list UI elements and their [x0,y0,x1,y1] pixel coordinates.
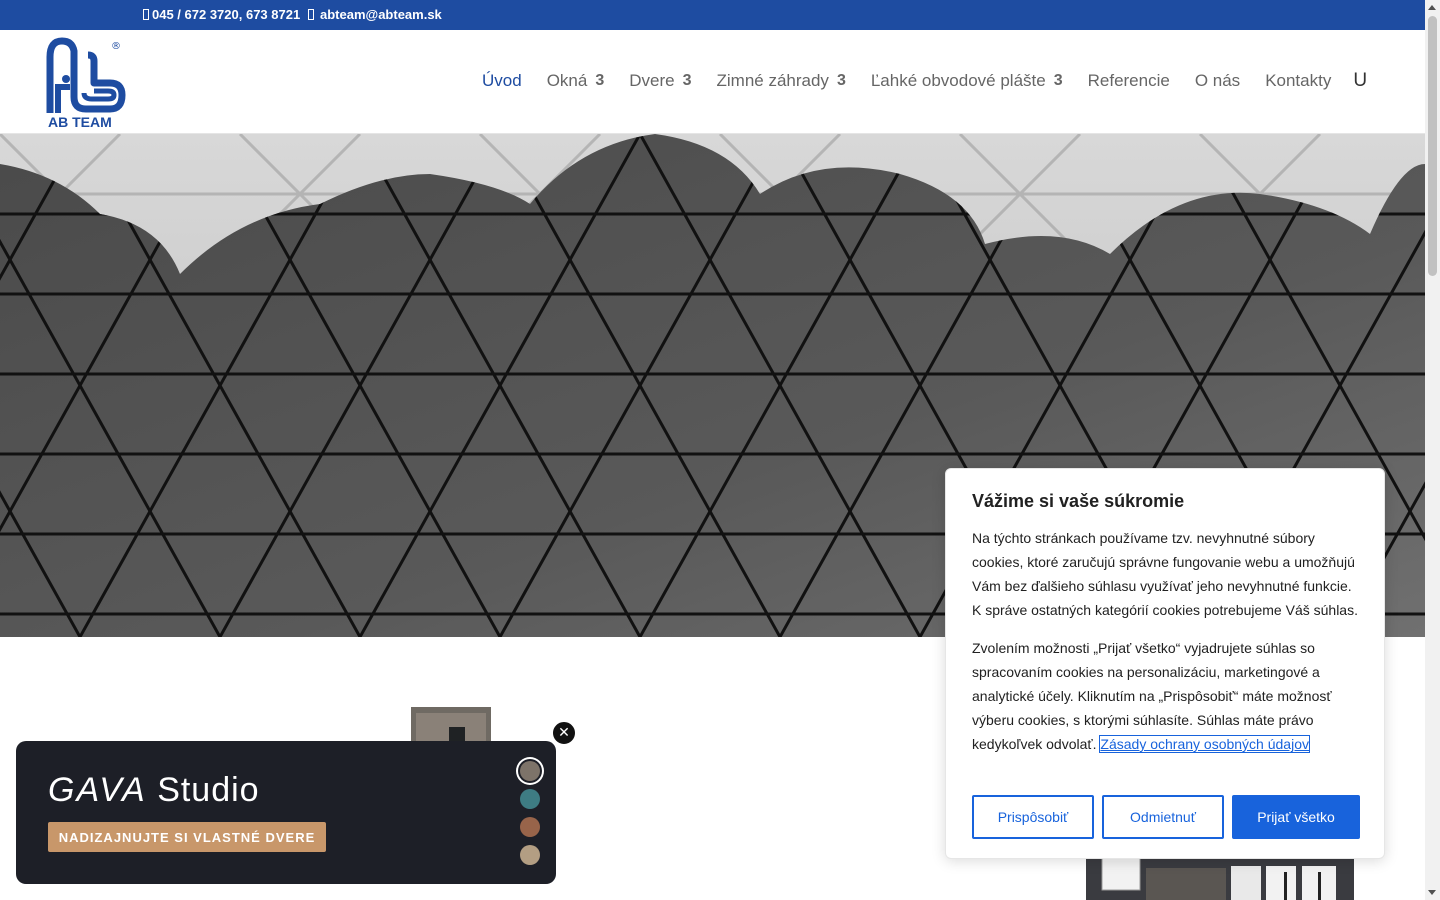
nav-label: Kontakty [1265,71,1332,90]
registered-mark: ® [111,41,121,52]
chevron-down-icon: 3 [682,72,692,89]
site-header: ® AB TEAM Úvod Okná 3 Dvere 3 Zimné záhrad… [0,30,1425,134]
envelope-icon [308,9,314,20]
cookie-consent-banner: Vážime si vaše súkromie Na týchto stránk… [945,468,1385,859]
scroll-up-icon[interactable] [1428,5,1436,10]
nav-item-o-nas[interactable]: O nás [1195,71,1240,91]
product-thumbnail [1086,858,1354,900]
nav-item-dvere[interactable]: Dvere 3 [629,71,691,91]
nav-item-uvod[interactable]: Úvod [482,71,522,91]
cookie-paragraph-2: Zvolením možnosti „Prijať všetko“ vyjadr… [972,636,1358,756]
color-swatch-2[interactable] [520,789,540,809]
privacy-policy-link[interactable]: Zásady ochrany osobných údajov [1099,735,1310,753]
nav-item-okna[interactable]: Okná 3 [547,71,605,91]
scroll-down-icon[interactable] [1428,890,1436,895]
cookie-buttons: Prispôsobiť Odmietnuť Prijať všetko [972,795,1360,839]
chevron-down-icon: 3 [1053,72,1063,89]
email-contact[interactable]: abteam@abteam.sk [308,7,442,22]
nav-label: Úvod [482,71,522,90]
nav-label: Referencie [1087,71,1170,90]
logo-text: AB TEAM [48,114,112,129]
ab-team-logo[interactable]: ® AB TEAM [44,37,126,129]
reject-button[interactable]: Odmietnuť [1102,795,1224,839]
chevron-down-icon: 3 [836,72,846,89]
close-icon[interactable]: ✕ [551,720,577,746]
accept-all-button[interactable]: Prijať všetko [1232,795,1360,839]
nav-label: Ľahké obvodové plášte [870,71,1046,90]
nav-item-lahke-obvodove-plaste[interactable]: Ľahké obvodové plášte 3 [871,71,1063,91]
nav-label: Dvere [629,71,675,90]
phone-contact[interactable]: 045 / 672 3720, 673 8721 [143,7,300,22]
phone-number: 045 / 672 3720, 673 8721 [152,7,301,22]
nav-item-zimne-zahrady[interactable]: Zimné záhrady 3 [717,71,846,91]
nav-label: Zimné záhrady [716,71,829,90]
customize-button[interactable]: Prispôsobiť [972,795,1094,839]
gava-logo-text: GAVA [48,771,147,809]
gava-studio-logo: GAVA Studio [48,771,260,810]
design-door-button[interactable]: NADIZAJNUJTE SI VLASTNÉ DVERE [48,822,326,852]
email-address: abteam@abteam.sk [320,7,442,22]
nav-label: O nás [1194,71,1241,90]
cookie-paragraph-1: Na týchto stránkach používame tzv. nevyh… [972,530,1358,618]
nav-item-kontakty[interactable]: Kontakty [1265,71,1331,91]
main-navigation: Úvod Okná 3 Dvere 3 Zimné záhrady 3 Ľahké o… [482,70,1367,92]
color-swatch-1[interactable] [520,761,540,781]
color-swatch-3[interactable] [520,817,540,837]
cookie-title: Vážime si vaše súkromie [972,491,1185,511]
chevron-down-icon: 3 [595,72,605,89]
phone-icon [143,9,149,20]
page-scrollbar[interactable] [1425,0,1440,900]
top-info-bar: 045 / 672 3720, 673 8721 abteam@abteam.s… [0,0,1425,30]
search-icon[interactable]: U [1353,70,1367,92]
color-swatch-4[interactable] [520,845,540,865]
nav-item-referencie[interactable]: Referencie [1088,71,1170,91]
scrollbar-thumb[interactable] [1428,16,1437,276]
gava-studio-promo[interactable]: GAVA Studio NADIZAJNUJTE SI VLASTNÉ DVER… [16,741,556,884]
studio-text: Studio [157,771,260,809]
nav-label: Okná [546,71,588,90]
